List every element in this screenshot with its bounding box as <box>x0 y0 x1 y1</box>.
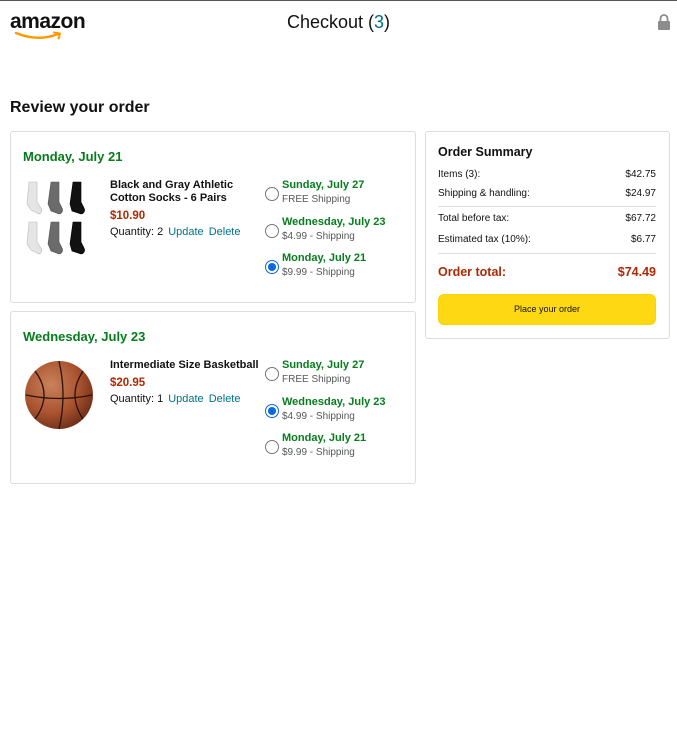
delete-link[interactable]: Delete <box>209 226 241 238</box>
quantity-label: Quantity: 1 <box>110 393 164 405</box>
delivery-date: Monday, July 21 <box>23 149 123 164</box>
shipping-option[interactable]: Wednesday, July 23 $4.99 - Shipping <box>265 396 415 433</box>
count-close: ) <box>384 12 391 32</box>
shipping-day: Monday, July 21 <box>282 432 367 444</box>
cart-count[interactable]: 3 <box>374 12 384 32</box>
shipping-day: Sunday, July 27 <box>282 359 365 371</box>
shipping-option[interactable]: Sunday, July 27 FREE Shipping <box>265 179 415 216</box>
quantity-row: Quantity: 2 Update Delete <box>110 226 260 238</box>
count-open: ( <box>363 12 375 32</box>
tax-row: Estimated tax (10%): $6.77 <box>438 234 656 245</box>
product-name[interactable]: Intermediate Size Basketball <box>110 359 260 372</box>
page-title: Checkout (3) <box>0 12 677 33</box>
shipping-cost: FREE Shipping <box>282 194 351 205</box>
shipping-option[interactable]: Wednesday, July 23 $4.99 - Shipping <box>265 216 415 253</box>
shipping-radio[interactable] <box>265 187 279 201</box>
shipping-cost: $4.99 - Shipping <box>282 230 355 242</box>
product-info: Black and Gray Athletic Cotton Socks - 6… <box>110 179 260 238</box>
shipping-radio[interactable] <box>265 403 279 418</box>
shipping-cost: $9.99 - Shipping <box>282 267 355 278</box>
product-info: Intermediate Size Basketball $20.95 Quan… <box>110 359 260 405</box>
summary-divider <box>438 253 656 254</box>
basketball-image <box>25 360 93 430</box>
shipping-radio[interactable] <box>265 440 279 454</box>
quantity-row: Quantity: 1 Update Delete <box>110 393 260 405</box>
shipping-day: Wednesday, July 23 <box>282 395 386 408</box>
shipping-options: Sunday, July 27 FREE Shipping Wednesday,… <box>265 359 415 469</box>
shipping-value: $24.97 <box>625 188 656 199</box>
tax-label: Estimated tax (10%): <box>438 234 531 245</box>
product-price: $10.90 <box>110 210 146 222</box>
product-name[interactable]: Black and Gray Athletic Cotton Socks - 6… <box>110 179 260 205</box>
items-label: Items (3): <box>438 169 481 180</box>
order-card: Monday, July 21 Black and Gray Athletic … <box>10 131 416 303</box>
shipping-day: Monday, July 21 <box>282 252 367 264</box>
header: amazon Checkout (3) <box>0 1 677 45</box>
lock-icon <box>658 14 670 30</box>
shipping-option[interactable]: Monday, July 21 $9.99 - Shipping <box>265 432 415 469</box>
shipping-day: Wednesday, July 23 <box>282 215 386 228</box>
shipping-cost: FREE Shipping <box>282 374 351 385</box>
summary-title: Order Summary <box>438 145 533 159</box>
delete-link[interactable]: Delete <box>209 393 241 405</box>
summary-divider <box>438 206 656 207</box>
shipping-label: Shipping & handling: <box>438 188 530 199</box>
socks-image <box>26 181 85 255</box>
before-tax-row: Total before tax: $67.72 <box>438 213 656 224</box>
shipping-radio[interactable] <box>265 260 279 274</box>
shipping-radio[interactable] <box>265 223 279 238</box>
shipping-radio[interactable] <box>265 367 279 381</box>
tax-value: $6.77 <box>630 234 656 245</box>
shipping-option[interactable]: Monday, July 21 $9.99 - Shipping <box>265 252 415 289</box>
order-card: Wednesday, July 23 Intermediate Size Bas… <box>10 311 416 484</box>
before-tax-label: Total before tax: <box>438 213 510 224</box>
shipping-option[interactable]: Sunday, July 27 FREE Shipping <box>265 359 415 396</box>
items-value: $42.75 <box>625 169 656 180</box>
shipping-options: Sunday, July 27 FREE Shipping Wednesday,… <box>265 179 415 289</box>
order-total-label: Order total: <box>438 265 507 279</box>
shipping-day: Sunday, July 27 <box>282 179 365 191</box>
shipping-cost: $4.99 - Shipping <box>282 410 355 422</box>
checkout-title-text: Checkout <box>286 12 364 32</box>
review-title: Review your order <box>10 99 150 116</box>
place-order-button[interactable]: Place your order <box>438 294 656 325</box>
order-total-row: Order total: $74.49 <box>438 265 656 279</box>
quantity-label: Quantity: 2 <box>110 226 164 238</box>
update-link[interactable]: Update <box>168 393 203 405</box>
items-row: Items (3): $42.75 <box>438 169 656 180</box>
shipping-cost: $9.99 - Shipping <box>282 447 355 458</box>
order-total-value: $74.49 <box>617 265 656 279</box>
delivery-date: Wednesday, July 23 <box>23 329 146 344</box>
update-link[interactable]: Update <box>168 226 203 238</box>
shipping-row: Shipping & handling: $24.97 <box>438 188 656 199</box>
product-price: $20.95 <box>110 377 146 389</box>
before-tax-value: $67.72 <box>625 213 656 224</box>
order-summary: Order Summary Items (3): $42.75 Shipping… <box>425 131 670 339</box>
